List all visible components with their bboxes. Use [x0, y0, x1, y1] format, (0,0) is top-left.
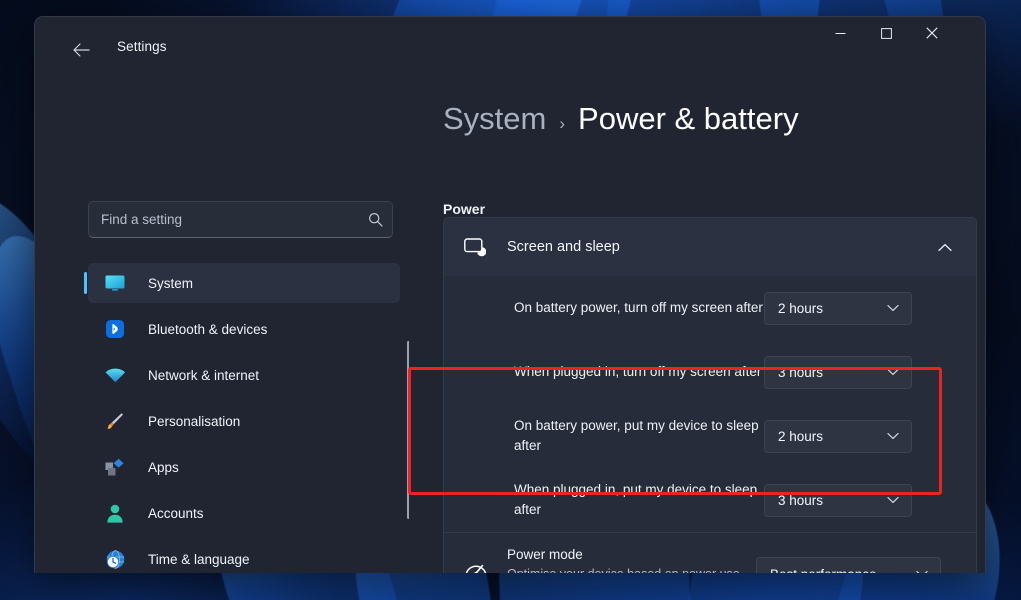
sidebar-item-apps[interactable]: Apps	[88, 447, 400, 487]
screen-sleep-icon	[464, 237, 498, 257]
dropdown-plugged-sleep[interactable]: 3 hours	[764, 483, 912, 517]
breadcrumb-parent-link[interactable]: System	[443, 101, 546, 137]
settings-window: Settings Find a setting System Bluetooth…	[34, 16, 986, 573]
content-pane: System › Power & battery Power Screen an…	[409, 79, 985, 573]
clock-globe-icon	[102, 548, 128, 570]
back-button[interactable]	[65, 35, 97, 65]
sidebar-item-label: Accounts	[148, 505, 204, 521]
setting-label: On battery power, turn off my screen aft…	[514, 300, 763, 315]
screen-and-sleep-header[interactable]: Screen and sleep	[444, 218, 976, 276]
close-icon	[926, 27, 938, 39]
search-icon	[358, 212, 392, 227]
person-icon	[102, 502, 128, 524]
sidebar-item-label: Bluetooth & devices	[148, 321, 268, 337]
setting-row-plugged-sleep: When plugged in, put my device to sleep …	[444, 468, 976, 532]
search-input[interactable]	[89, 212, 358, 227]
setting-row-plugged-screen-off: When plugged in, turn off my screen afte…	[444, 340, 976, 404]
dropdown-battery-sleep[interactable]: 2 hours	[764, 419, 912, 453]
chevron-down-icon	[885, 432, 901, 440]
setting-row-battery-screen-off: On battery power, turn off my screen aft…	[444, 276, 976, 340]
power-mode-description: Optimise your device based on power use …	[507, 565, 756, 573]
sidebar-item-label: Apps	[148, 459, 179, 475]
power-mode-text: Power mode Optimise your device based on…	[498, 547, 756, 573]
speedometer-icon	[464, 559, 498, 573]
dropdown-value: 3 hours	[778, 492, 824, 508]
back-arrow-icon	[72, 43, 90, 57]
chevron-down-icon	[885, 304, 901, 312]
setting-label: When plugged in, turn off my screen afte…	[514, 364, 762, 379]
screen-and-sleep-title: Screen and sleep	[507, 239, 620, 255]
dropdown-value: 2 hours	[778, 428, 824, 444]
apps-icon	[102, 456, 128, 478]
monitor-icon	[102, 272, 128, 294]
nav-list: System Bluetooth & devices Network & int…	[84, 263, 400, 573]
setting-label: On battery power, put my device to sleep…	[514, 418, 759, 453]
sidebar-item-time-language[interactable]: Time & language	[88, 539, 400, 573]
section-label-power: Power	[443, 201, 486, 217]
dropdown-value: Best performance	[770, 567, 914, 574]
maximize-button[interactable]	[863, 17, 909, 49]
sidebar-item-accounts[interactable]: Accounts	[88, 493, 400, 533]
app-title: Settings	[117, 39, 167, 54]
dropdown-plugged-screen-off[interactable]: 3 hours	[764, 355, 912, 389]
dropdown-value: 3 hours	[778, 364, 824, 380]
maximize-icon	[880, 27, 892, 39]
chevron-down-icon	[885, 496, 901, 504]
dropdown-value: 2 hours	[778, 300, 824, 316]
screen-and-sleep-card: Screen and sleep On battery power, turn …	[443, 217, 977, 573]
sidebar-item-label: System	[148, 275, 194, 291]
sidebar-item-label: Personalisation	[148, 413, 241, 429]
close-button[interactable]	[909, 17, 955, 49]
sidebar-item-label: Time & language	[148, 551, 250, 567]
chevron-down-icon	[885, 368, 901, 376]
breadcrumb: System › Power & battery	[443, 101, 799, 137]
dropdown-power-mode[interactable]: Best performance	[756, 557, 941, 573]
bluetooth-icon	[102, 318, 128, 340]
sidebar-item-system[interactable]: System	[84, 263, 400, 303]
chevron-down-icon	[914, 570, 930, 573]
breadcrumb-separator-icon: ›	[559, 114, 566, 133]
minimize-icon	[835, 32, 845, 34]
minimize-button[interactable]	[817, 17, 863, 49]
sidebar-item-personalisation[interactable]: Personalisation	[88, 401, 400, 441]
sidebar-item-label: Network & internet	[148, 367, 260, 383]
title-bar: Settings	[35, 17, 985, 79]
chevron-up-icon[interactable]	[932, 243, 958, 252]
paintbrush-icon	[102, 410, 128, 432]
page-title: Power & battery	[578, 101, 799, 136]
sidebar-item-network-internet[interactable]: Network & internet	[88, 355, 400, 395]
power-mode-title: Power mode	[507, 547, 583, 562]
dropdown-battery-screen-off[interactable]: 2 hours	[764, 291, 912, 325]
desktop: Settings Find a setting System Bluetooth…	[0, 0, 1021, 600]
power-mode-row: Power mode Optimise your device based on…	[444, 533, 976, 573]
sidebar-item-bluetooth-devices[interactable]: Bluetooth & devices	[88, 309, 400, 349]
setting-row-battery-sleep: On battery power, put my device to sleep…	[444, 404, 976, 468]
search-box[interactable]	[88, 201, 393, 238]
setting-label: When plugged in, put my device to sleep …	[514, 482, 758, 517]
wifi-icon	[102, 364, 128, 386]
sidebar: System Bluetooth & devices	[35, 79, 410, 573]
